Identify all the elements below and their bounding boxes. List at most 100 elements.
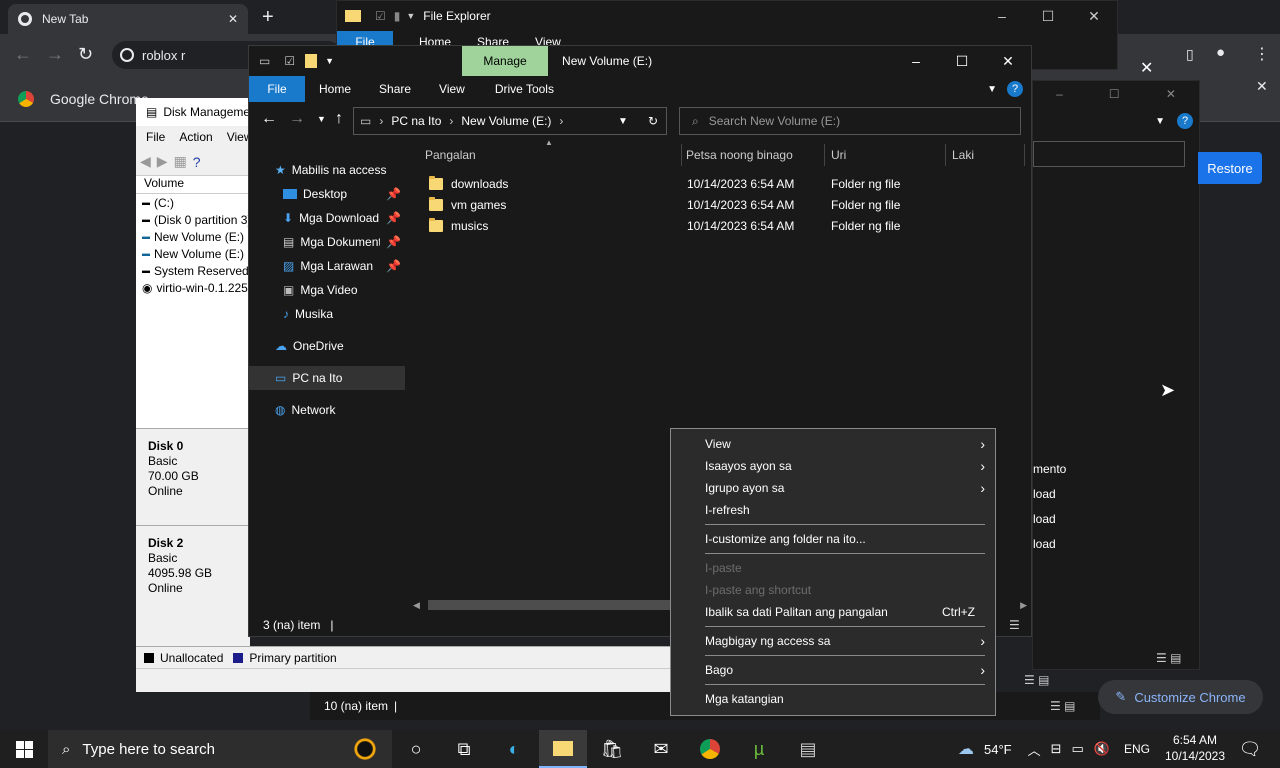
column-size[interactable]: Laki <box>946 148 1024 162</box>
menu-item-sort[interactable]: Isaayos ayon sa › <box>705 455 985 477</box>
list-item[interactable]: ◉ virtio-win-0.1.225 <box>136 279 250 296</box>
details-view-icon[interactable]: ☰ ▤ <box>1024 673 1049 687</box>
nav-downloads[interactable]: ⬇ Mga Download 📌 <box>249 206 405 230</box>
display-icon[interactable]: ▭ <box>1072 741 1084 757</box>
menu-item-group[interactable]: Igrupo ayon sa › <box>705 477 985 499</box>
edge-icon[interactable]: ◐ <box>490 730 538 768</box>
notification-icon[interactable]: 🗨 <box>1230 730 1270 768</box>
chevron-down-icon[interactable]: ▼ <box>1155 116 1165 127</box>
close-icon[interactable]: ✕ <box>1166 87 1176 101</box>
close-tab-icon[interactable]: ✕ <box>228 12 238 26</box>
dm-menu-file[interactable]: File <box>146 130 165 144</box>
list-item[interactable]: load <box>1033 532 1066 557</box>
ribbon-file[interactable]: File <box>249 76 305 102</box>
nav-this-pc[interactable]: ▭ PC na Ito <box>249 366 405 390</box>
up-icon[interactable]: ↑ <box>335 110 343 128</box>
close-icon[interactable]: ✕ <box>985 53 1031 70</box>
chevron-down-icon[interactable]: ▼ <box>987 84 997 95</box>
disk-0-block[interactable]: Disk 0 Basic 70.00 GB Online <box>136 428 250 526</box>
nav-network[interactable]: ◍ Network <box>249 398 405 422</box>
nav-videos[interactable]: ▣ Mga Video <box>249 278 405 302</box>
minimize-icon[interactable]: – <box>893 53 939 70</box>
column-type[interactable]: Uri <box>825 148 945 162</box>
table-row[interactable]: downloads 10/14/2023 6:54 AM Folder ng f… <box>429 173 1029 194</box>
forward-icon[interactable]: ▶ <box>157 153 168 170</box>
column-name[interactable]: Pangalan <box>425 148 681 162</box>
list-item[interactable]: mento <box>1033 457 1066 482</box>
ribbon-share[interactable]: Share <box>379 82 411 96</box>
details-view-icon[interactable]: ☰ ▤ <box>1050 699 1075 713</box>
right-address-field[interactable] <box>1033 141 1185 167</box>
back-icon[interactable]: ◀ <box>140 153 151 170</box>
breadcrumb-pc[interactable]: PC na Ito <box>391 114 441 128</box>
menu-item-new[interactable]: Bago › <box>705 659 985 681</box>
bookmark-google-chrome[interactable]: Google Chrome <box>18 91 149 107</box>
disk-mgmt-taskbar-icon[interactable]: ▤ <box>784 730 832 768</box>
list-item[interactable]: ▬ New Volume (E:) <box>136 228 250 245</box>
details-view-icon[interactable]: ☰ ▤ <box>1156 651 1181 665</box>
sidebar-icon[interactable]: ▯ <box>1186 46 1194 63</box>
pin-icon[interactable]: 📌 <box>386 211 401 225</box>
forward-nav-icon[interactable]: → <box>289 110 305 128</box>
help-icon[interactable]: ? <box>1177 113 1193 129</box>
maximize-icon[interactable]: ☐ <box>1109 87 1120 101</box>
menu-item-refresh[interactable]: I-refresh <box>705 499 985 521</box>
nav-music[interactable]: ♪ Musika <box>249 302 405 326</box>
menu-item-view[interactable]: View › <box>705 433 985 455</box>
maximize-icon[interactable]: ☐ <box>939 53 985 70</box>
mail-icon[interactable]: ✉ <box>637 730 685 768</box>
list-item[interactable]: ▬ (C:) <box>136 194 250 211</box>
pin-icon[interactable]: 📌 <box>386 259 401 273</box>
dm-menu-action[interactable]: Action <box>179 130 212 144</box>
menu-item-customize[interactable]: I-customize ang folder na ito... <box>705 528 985 550</box>
maximize-icon[interactable]: ☐ <box>1025 8 1071 25</box>
list-item[interactable]: ▬ New Volume (E:) <box>136 245 250 262</box>
nav-onedrive[interactable]: ☁ OneDrive <box>249 334 405 358</box>
minimize-icon[interactable]: – <box>979 8 1025 25</box>
new-folder-icon[interactable] <box>305 54 318 68</box>
disk-2-block[interactable]: Disk 2 Basic 4095.98 GB Online <box>136 526 250 626</box>
menu-item-undo[interactable]: Ibalik sa dati Palitan ang pangalan Ctrl+… <box>705 601 985 623</box>
ribbon-home[interactable]: Home <box>319 82 351 96</box>
utorrent-icon[interactable]: µ <box>735 730 783 768</box>
customize-chrome-button[interactable]: ✎ Customize Chrome <box>1098 680 1263 714</box>
breadcrumb-volume[interactable]: New Volume (E:) <box>461 114 551 128</box>
menu-item-properties[interactable]: Mga katangian <box>705 688 985 710</box>
scroll-right-icon[interactable]: ▶ <box>1020 600 1027 611</box>
address-dropdown-icon[interactable]: ▼ <box>618 116 628 127</box>
cortana-icon[interactable]: ○ <box>392 730 440 768</box>
forward-icon[interactable]: → <box>46 44 64 65</box>
grid-icon[interactable]: ▦ <box>174 153 187 170</box>
nav-desktop[interactable]: Desktop 📌 <box>249 182 405 206</box>
taskbar-search[interactable]: ⌕ Type here to search <box>48 730 392 768</box>
minimize-icon[interactable]: – <box>1056 87 1063 101</box>
show-hidden-icon[interactable]: ︿ <box>1028 740 1041 759</box>
back-close-x-icon[interactable]: ✕ <box>1140 58 1153 78</box>
properties-icon[interactable]: ☑ <box>284 54 295 68</box>
address-bar[interactable]: ▭ › PC na Ito › New Volume (E:) › ▼ ↻ <box>353 107 667 135</box>
details-view-icon[interactable]: ☰ <box>1009 618 1020 632</box>
task-view-icon[interactable]: ⧉ <box>440 730 488 768</box>
back-nav-icon[interactable]: ← <box>261 110 277 128</box>
column-date[interactable]: Petsa noong binago <box>682 148 824 162</box>
nav-quick-access[interactable]: ★ Mabilis na access <box>249 158 405 182</box>
start-icon[interactable] <box>0 730 48 768</box>
list-item[interactable]: ▬ System Reserved <box>136 262 250 279</box>
new-tab-icon[interactable]: + <box>262 6 274 29</box>
close-icon[interactable]: ✕ <box>1071 8 1117 25</box>
recent-locations-icon[interactable]: ▼ <box>317 114 326 124</box>
list-item[interactable]: ▬ (Disk 0 partition 3) <box>136 211 250 228</box>
help-icon[interactable]: ? <box>193 154 201 170</box>
pin-icon[interactable]: 📌 <box>386 235 401 249</box>
search-box[interactable]: ⌕ Search New Volume (E:) <box>679 107 1021 135</box>
list-item[interactable]: load <box>1033 482 1066 507</box>
volume-muted-icon[interactable]: 🔇 <box>1094 741 1110 757</box>
ribbon-view[interactable]: View <box>439 82 465 96</box>
refresh-icon[interactable]: ↻ <box>648 114 658 128</box>
menu-item-give-access[interactable]: Magbigay ng access sa › <box>705 630 985 652</box>
nav-documents[interactable]: ▤ Mga Dokumento 📌 <box>249 230 405 254</box>
ribbon-manage[interactable]: Manage <box>462 46 549 76</box>
profile-icon[interactable]: ● <box>1216 44 1225 61</box>
chrome-tab[interactable]: New Tab ✕ <box>8 4 248 34</box>
list-item[interactable]: load <box>1033 507 1066 532</box>
